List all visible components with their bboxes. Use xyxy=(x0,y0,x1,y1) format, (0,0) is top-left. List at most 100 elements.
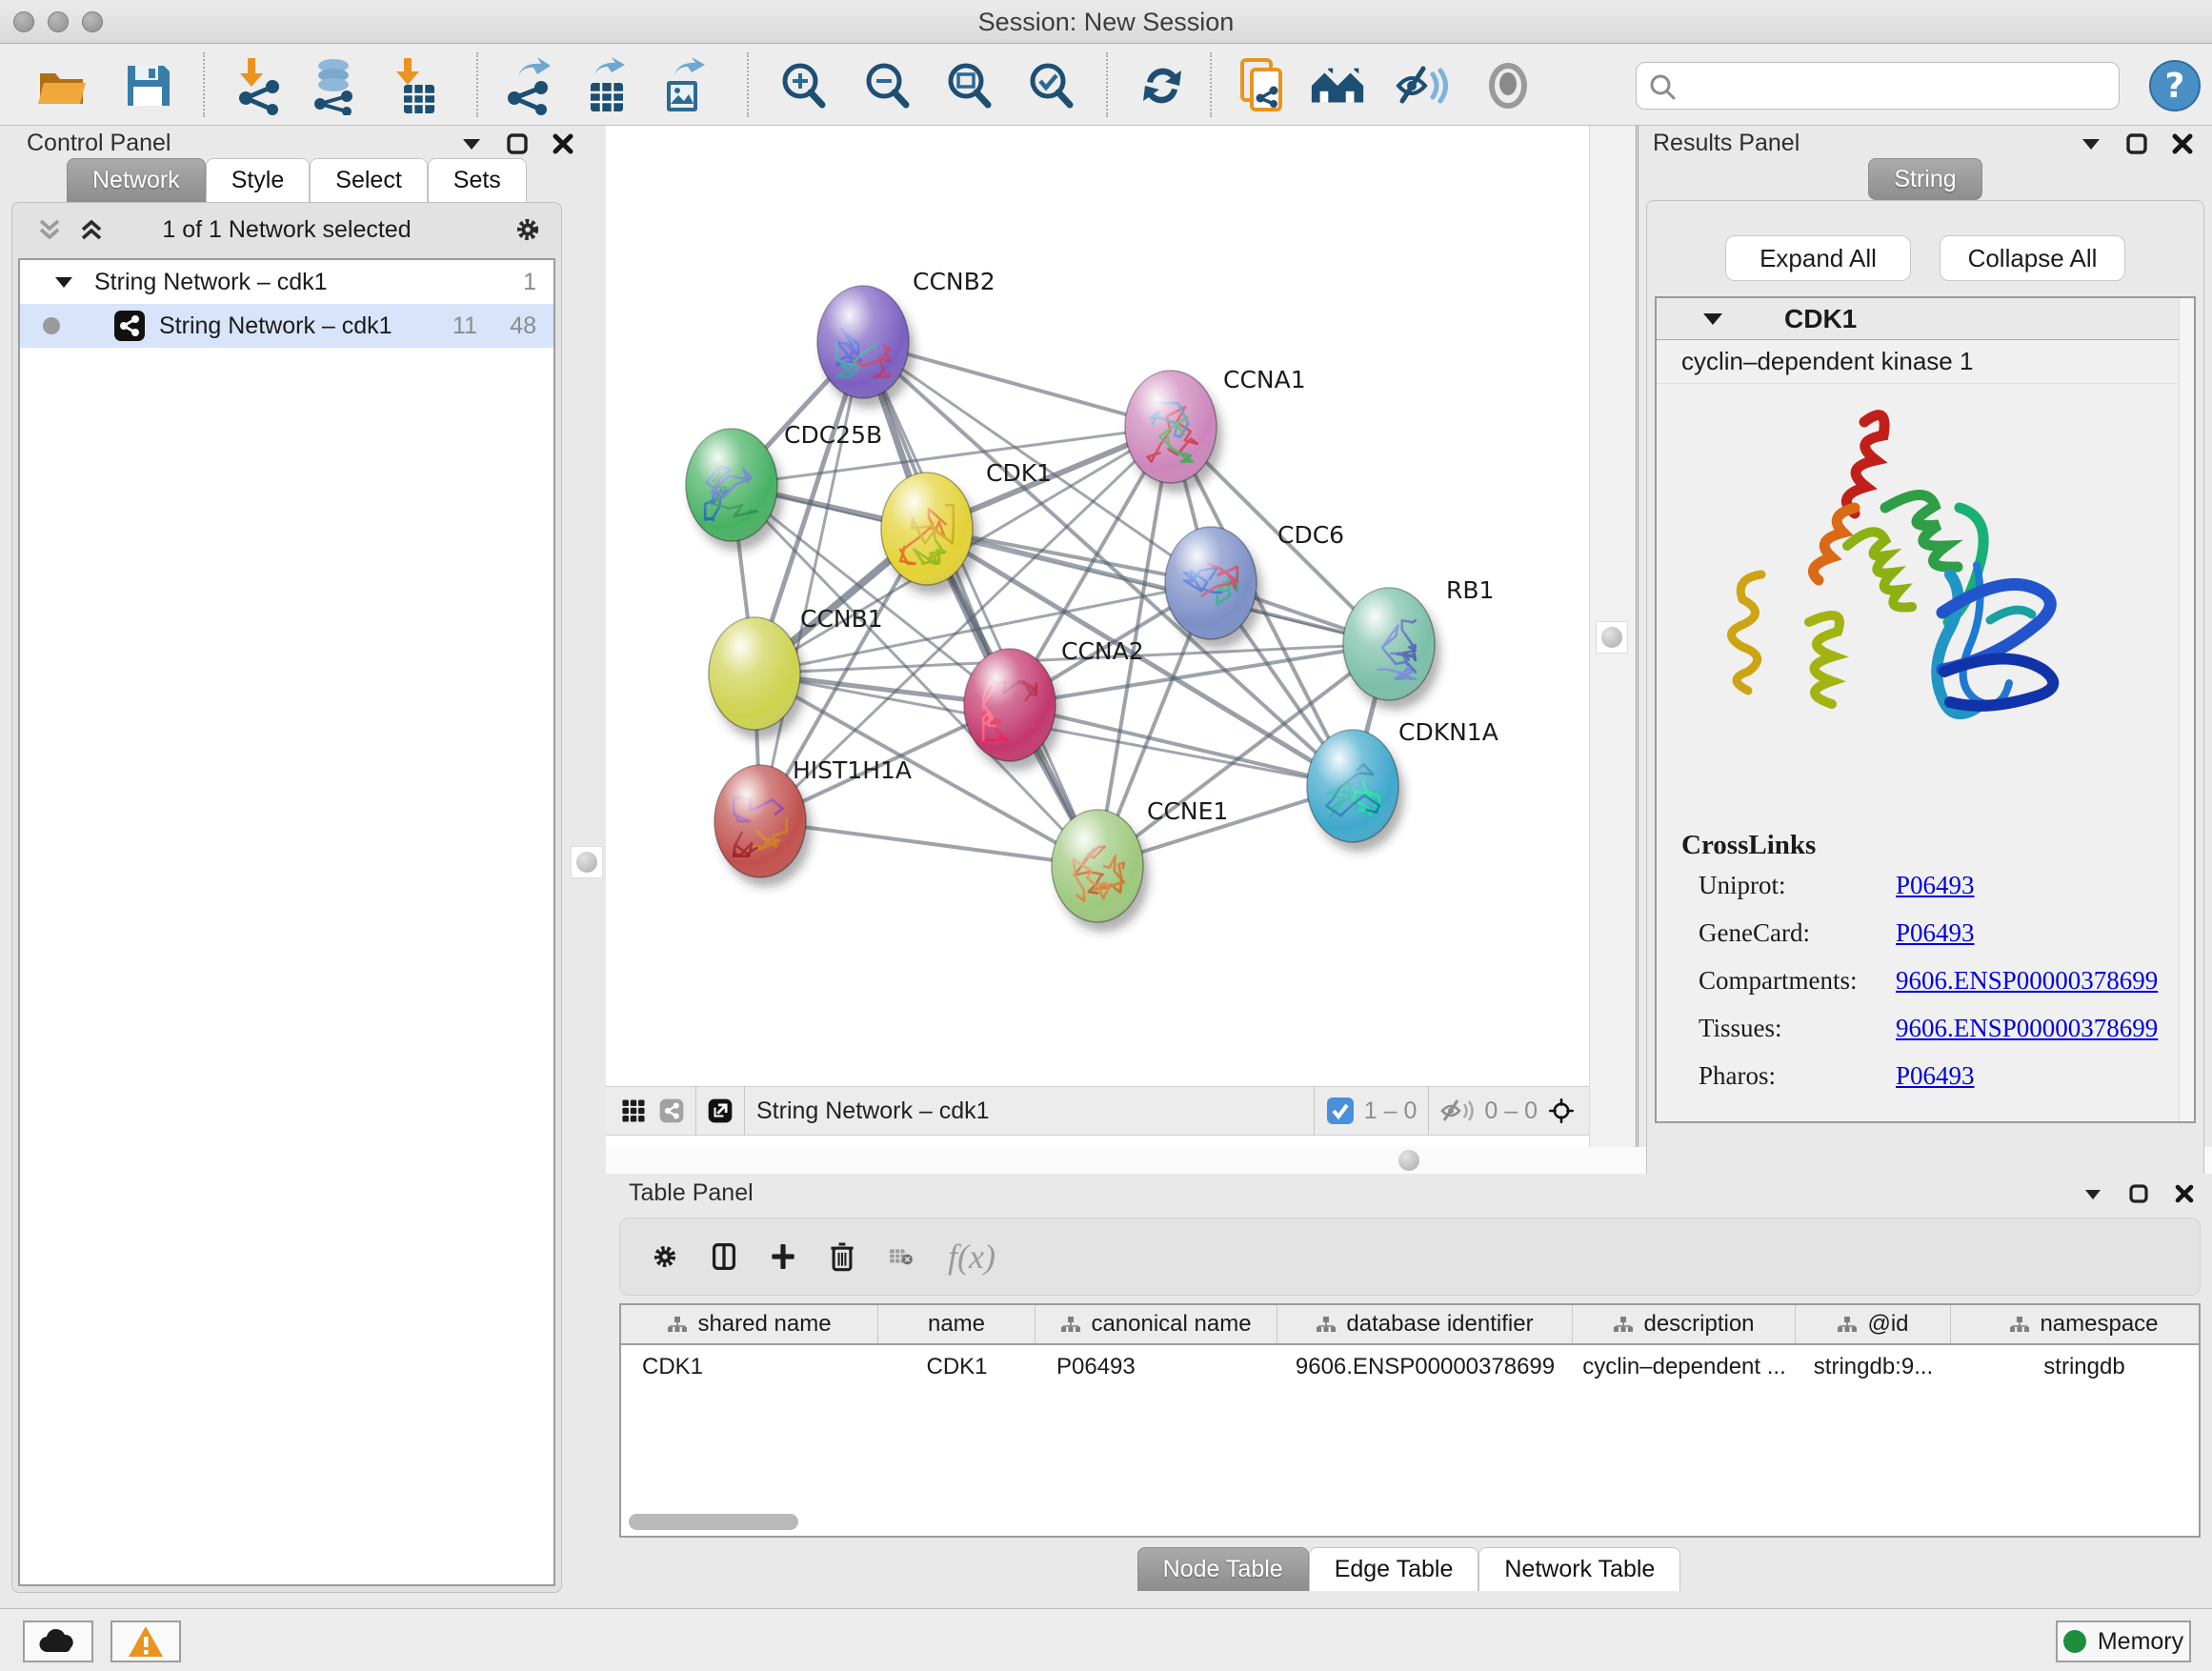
graph-edge-CCNB2-HIST1H1A[interactable] xyxy=(760,342,863,821)
cell-database-identifier[interactable]: 9606.ENSP00000378699 xyxy=(1277,1345,1573,1389)
export-image-button[interactable] xyxy=(654,56,713,115)
preview-button[interactable] xyxy=(1478,56,1538,115)
network-view[interactable]: CCNB2CCNA1CDC25BCDK1CDC6RB1CCNB1CCNA2CDK… xyxy=(606,126,1589,1147)
column-header-database-identifier[interactable]: database identifier xyxy=(1277,1305,1573,1343)
graph-node-CCNB2[interactable]: CCNB2 xyxy=(817,268,995,408)
crosslink-link[interactable]: 9606.ENSP00000378699 xyxy=(1896,966,2158,996)
network-graph-canvas[interactable]: CCNB2CCNA1CDC25BCDK1CDC6RB1CCNB1CCNA2CDK… xyxy=(606,126,1589,1086)
birds-eye-view-icon[interactable] xyxy=(1549,1098,1574,1123)
show-columns-icon[interactable] xyxy=(712,1244,736,1269)
tab-node-table[interactable]: Node Table xyxy=(1137,1547,1309,1591)
left-splitter-knob[interactable] xyxy=(571,846,603,878)
table-horizontal-scrollbar[interactable] xyxy=(629,1514,798,1530)
panel-close-icon[interactable] xyxy=(2170,131,2195,156)
create-column-icon[interactable] xyxy=(771,1244,795,1269)
graph-node-HIST1H1A[interactable]: HIST1H1A xyxy=(714,756,912,887)
graph-node-CDC6[interactable]: CDC6 xyxy=(1165,521,1344,649)
crosslink-link[interactable]: 9606.ENSP00000378699 xyxy=(1896,1014,2158,1043)
gene-section-header[interactable]: CDK1 xyxy=(1657,298,2194,340)
hidden-eye-slash-icon[interactable] xyxy=(1440,1097,1475,1125)
graph-node-CCNE1[interactable]: CCNE1 xyxy=(1052,797,1228,932)
results-tab-string[interactable]: String xyxy=(1868,158,1981,200)
collapse-triangle-icon[interactable] xyxy=(54,275,73,289)
table-row[interactable]: CDK1CDK1P064939606.ENSP00000378699cyclin… xyxy=(621,1345,2199,1389)
network-row[interactable]: String Network – cdk1 11 48 xyxy=(20,304,553,348)
column-header-canonical-name[interactable]: canonical name xyxy=(1036,1305,1277,1343)
tab-sets[interactable]: Sets xyxy=(428,158,527,202)
column-header-namespace[interactable]: namespace xyxy=(1951,1305,2201,1343)
horizontal-splitter-knob[interactable] xyxy=(1393,1144,1425,1177)
zoom-selected-button[interactable] xyxy=(1021,56,1080,115)
panel-float-icon[interactable] xyxy=(2126,1181,2151,1206)
tab-style[interactable]: Style xyxy=(206,158,311,202)
save-session-button[interactable] xyxy=(118,56,177,115)
graph-node-CCNB1[interactable]: CCNB1 xyxy=(709,605,883,739)
memory-status-dot xyxy=(2063,1630,2086,1653)
panel-menu-icon[interactable] xyxy=(2081,1181,2105,1206)
column-header-shared-name[interactable]: shared name xyxy=(621,1305,878,1343)
cloud-status-button[interactable] xyxy=(23,1621,93,1662)
warning-status-button[interactable] xyxy=(111,1621,181,1662)
crosslink-link[interactable]: P06493 xyxy=(1896,871,1975,900)
tab-network-table[interactable]: Network Table xyxy=(1478,1547,1680,1591)
hide-unhide-button[interactable] xyxy=(1394,56,1453,115)
tab-select[interactable]: Select xyxy=(310,158,427,202)
network-collection-row[interactable]: String Network – cdk1 1 xyxy=(20,260,553,304)
cell-@id[interactable]: stringdb:9... xyxy=(1796,1345,1951,1389)
table-options-gear-icon[interactable] xyxy=(653,1244,677,1269)
graph-edge-CCNB2-CCNE1[interactable] xyxy=(863,342,1097,866)
delete-table-icon[interactable] xyxy=(889,1244,914,1269)
crosslink-link[interactable]: P06493 xyxy=(1896,918,1975,948)
crosslink-link[interactable]: P06493 xyxy=(1896,1061,1975,1091)
cell-name[interactable]: CDK1 xyxy=(878,1345,1036,1389)
grid-view-icon[interactable] xyxy=(621,1098,646,1123)
network-options-gear-icon[interactable] xyxy=(515,217,540,242)
cell-canonical-name[interactable]: P06493 xyxy=(1036,1345,1277,1389)
collapse-triangle-icon[interactable] xyxy=(1702,312,1723,326)
import-network-from-file-button[interactable] xyxy=(231,56,290,115)
export-network-button[interactable] xyxy=(499,56,558,115)
network-share-icon[interactable] xyxy=(659,1098,684,1123)
graph-edge-CCNA2-CDKN1A[interactable] xyxy=(1010,705,1353,786)
column-header-name[interactable]: name xyxy=(878,1305,1036,1343)
tab-edge-table[interactable]: Edge Table xyxy=(1309,1547,1479,1591)
home-pages-button[interactable] xyxy=(1308,56,1367,115)
graph-node-CDK1[interactable]: CDK1 xyxy=(881,459,1052,594)
column-header-description[interactable]: description xyxy=(1573,1305,1796,1343)
panel-menu-icon[interactable] xyxy=(459,131,484,156)
fit-content-button[interactable] xyxy=(939,56,998,115)
results-scrollbar[interactable] xyxy=(2179,298,2194,1121)
function-builder-icon[interactable]: f(x) xyxy=(948,1237,995,1277)
selected-checkbox-icon[interactable] xyxy=(1326,1097,1355,1125)
collapse-all-button[interactable]: Collapse All xyxy=(1940,235,2125,281)
zoom-out-button[interactable] xyxy=(857,56,916,115)
delete-column-trash-icon[interactable] xyxy=(830,1244,855,1269)
cell-namespace[interactable]: stringdb xyxy=(1951,1345,2201,1389)
graph-node-CDC25B[interactable]: CDC25B xyxy=(686,421,882,551)
right-splitter[interactable] xyxy=(1589,126,1639,1147)
expand-all-button[interactable]: Expand All xyxy=(1725,235,1911,281)
export-table-button[interactable] xyxy=(577,56,636,115)
graph-node-CDKN1A[interactable]: CDKN1A xyxy=(1307,718,1498,852)
left-splitter[interactable] xyxy=(570,126,606,1602)
memory-button[interactable]: Memory xyxy=(2056,1621,2191,1662)
import-network-from-database-button[interactable] xyxy=(305,56,364,115)
help-button[interactable]: ? xyxy=(2145,56,2204,115)
cell-shared-name[interactable]: CDK1 xyxy=(621,1345,878,1389)
panel-float-icon[interactable] xyxy=(2124,131,2149,156)
network-from-clipboard-button[interactable] xyxy=(1233,56,1292,115)
refresh-button[interactable] xyxy=(1133,56,1192,115)
cell-description[interactable]: cyclin–dependent ... xyxy=(1573,1345,1796,1389)
panel-close-icon[interactable] xyxy=(2172,1181,2197,1206)
open-in-window-icon[interactable] xyxy=(708,1098,733,1123)
graph-node-RB1[interactable]: RB1 xyxy=(1343,576,1494,710)
panel-menu-icon[interactable] xyxy=(2079,131,2103,156)
open-session-button[interactable] xyxy=(32,56,91,115)
zoom-in-button[interactable] xyxy=(774,56,833,115)
right-splitter-knob[interactable] xyxy=(1596,621,1628,654)
column-header-@id[interactable]: @id xyxy=(1796,1305,1951,1343)
panel-float-icon[interactable] xyxy=(505,131,530,156)
tab-network[interactable]: Network xyxy=(67,158,206,202)
import-table-from-file-button[interactable] xyxy=(385,56,444,115)
search-input[interactable] xyxy=(1686,67,2105,105)
